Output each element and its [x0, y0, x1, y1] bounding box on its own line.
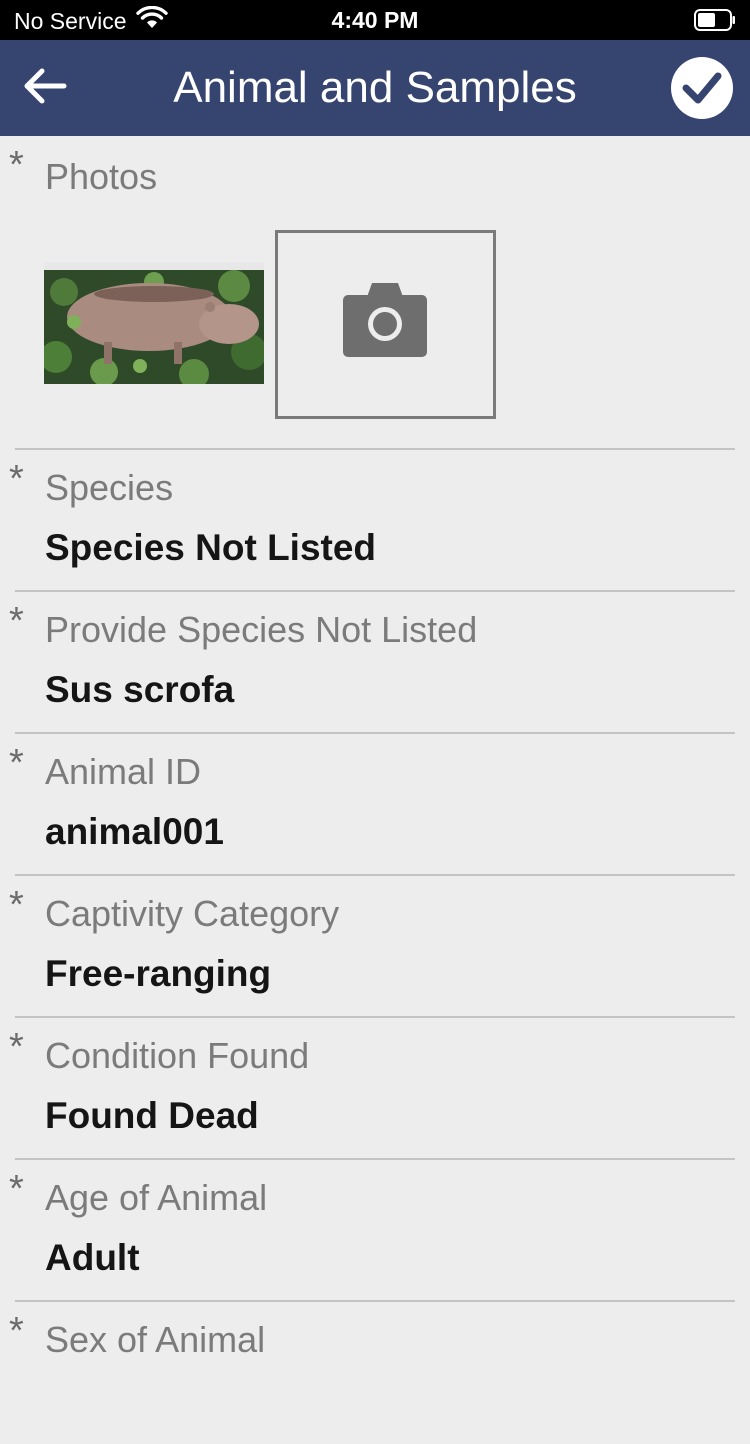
field-value: Free-ranging	[45, 953, 272, 994]
field-value: Species Not Listed	[45, 527, 377, 568]
save-button[interactable]	[671, 57, 733, 119]
photos-label: Photos	[45, 156, 158, 197]
field-label: Captivity Category	[45, 893, 340, 934]
add-photo-button[interactable]	[275, 230, 496, 419]
species-not-listed-field[interactable]: * Provide Species Not Listed Sus scrofa	[0, 592, 750, 734]
photo-thumbnail[interactable]	[44, 262, 264, 384]
field-label: Species	[45, 467, 174, 508]
required-marker: *	[9, 600, 24, 642]
field-value: Sus scrofa	[45, 669, 235, 710]
required-marker: *	[9, 1168, 24, 1210]
field-label: Animal ID	[45, 751, 202, 792]
battery-icon	[694, 9, 736, 31]
required-marker: *	[9, 884, 24, 926]
field-value: animal001	[45, 811, 224, 852]
field-label: Sex of Animal	[45, 1319, 266, 1360]
page-title: Animal and Samples	[173, 63, 577, 112]
field-label: Age of Animal	[45, 1177, 268, 1218]
captivity-category-field[interactable]: * Captivity Category Free-ranging	[0, 876, 750, 1018]
required-marker: *	[9, 742, 24, 784]
field-value: Found Dead	[45, 1095, 259, 1136]
field-label: Condition Found	[45, 1035, 310, 1076]
field-label: Provide Species Not Listed	[45, 609, 478, 650]
status-bar: No Service 4:40 PM	[0, 0, 750, 40]
app-header: Animal and Samples	[0, 40, 750, 136]
required-marker: *	[9, 144, 24, 186]
required-marker: *	[9, 1310, 24, 1352]
photos-section: * Photos	[0, 136, 750, 448]
animal-id-field[interactable]: * Animal ID animal001	[0, 734, 750, 876]
required-marker: *	[9, 458, 24, 500]
species-field[interactable]: * Species Species Not Listed	[0, 450, 750, 592]
age-of-animal-field[interactable]: * Age of Animal Adult	[0, 1160, 750, 1302]
condition-found-field[interactable]: * Condition Found Found Dead	[0, 1018, 750, 1160]
sex-of-animal-field[interactable]: * Sex of Animal	[0, 1302, 750, 1444]
field-value: Adult	[45, 1237, 140, 1278]
required-marker: *	[9, 1026, 24, 1068]
status-time: 4:40 PM	[331, 7, 419, 33]
